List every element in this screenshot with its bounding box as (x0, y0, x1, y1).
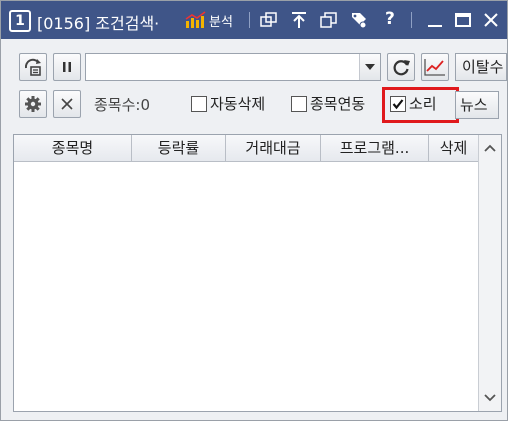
title-bar[interactable]: 1 [0156] 조건검색· 분석 ? (1, 1, 507, 39)
copy-window-icon[interactable] (319, 10, 339, 30)
condition-select[interactable] (85, 53, 381, 81)
checkbox-box[interactable] (291, 95, 307, 112)
chart-button[interactable] (421, 53, 449, 81)
result-table[interactable]: 종목명 등락률 거래대금 프로그램... 삭제 (13, 134, 502, 412)
stock-link-checkbox[interactable]: 종목연동 (291, 93, 380, 114)
chevron-down-icon (365, 64, 375, 70)
pause-icon (63, 62, 71, 72)
dropdown-arrow[interactable] (359, 54, 380, 80)
auto-delete-label: 자동삭제 (210, 95, 266, 113)
title-separator (411, 12, 412, 28)
chevron-down-icon (484, 394, 496, 402)
condition-search-window: 1 [0156] 조건검색· 분석 ? 이탈수 종목수:0 자동삭제 종목연동 … (0, 0, 508, 421)
condition-search-icon (24, 58, 41, 76)
auto-delete-checkbox[interactable]: 자동삭제 (191, 93, 265, 114)
chart-analysis-icon (185, 11, 206, 28)
pin-top-icon[interactable] (289, 10, 309, 30)
checkbox-box[interactable] (191, 95, 207, 112)
column-header[interactable]: 등락률 (132, 135, 226, 161)
minimize-icon[interactable] (425, 10, 445, 30)
maximize-icon[interactable] (453, 10, 473, 30)
highlight-box (382, 87, 459, 123)
column-header[interactable]: 프로그램... (321, 135, 429, 161)
chevron-up-icon (484, 144, 496, 152)
close-icon[interactable] (481, 10, 501, 30)
stock-link-label: 종목연동 (310, 95, 366, 113)
settings-tag-icon[interactable] (349, 10, 369, 30)
column-header[interactable]: 종목명 (14, 135, 132, 161)
refresh-icon (393, 60, 410, 76)
column-header[interactable]: 거래대금 (226, 135, 321, 161)
refresh-button[interactable] (387, 53, 415, 81)
scroll-up-button[interactable] (479, 137, 501, 159)
window-title: [0156] 조건검색· (37, 14, 160, 33)
search-condition-button[interactable] (19, 53, 47, 81)
pause-button[interactable] (53, 53, 81, 81)
scroll-down-button[interactable] (479, 387, 501, 409)
help-icon[interactable]: ? (385, 9, 395, 29)
analyze-button[interactable]: 분석 (185, 10, 233, 30)
title-separator (249, 12, 250, 28)
window-number-badge: 1 (9, 10, 31, 32)
vertical-scrollbar[interactable] (478, 135, 501, 411)
settings-button[interactable] (19, 90, 47, 118)
stock-count-label: 종목수:0 (94, 96, 150, 114)
table-header: 종목명 등락률 거래대금 프로그램... 삭제 (14, 135, 479, 162)
line-chart-icon (424, 59, 445, 76)
clear-button[interactable] (53, 90, 81, 118)
link-window-icon[interactable] (259, 10, 279, 30)
news-button[interactable]: 뉴스 (455, 91, 499, 119)
gear-icon (25, 96, 41, 112)
close-icon (61, 98, 73, 110)
column-header[interactable]: 삭제 (429, 135, 479, 161)
deviation-button[interactable]: 이탈수 (455, 53, 507, 81)
analyze-label: 분석 (209, 14, 233, 30)
